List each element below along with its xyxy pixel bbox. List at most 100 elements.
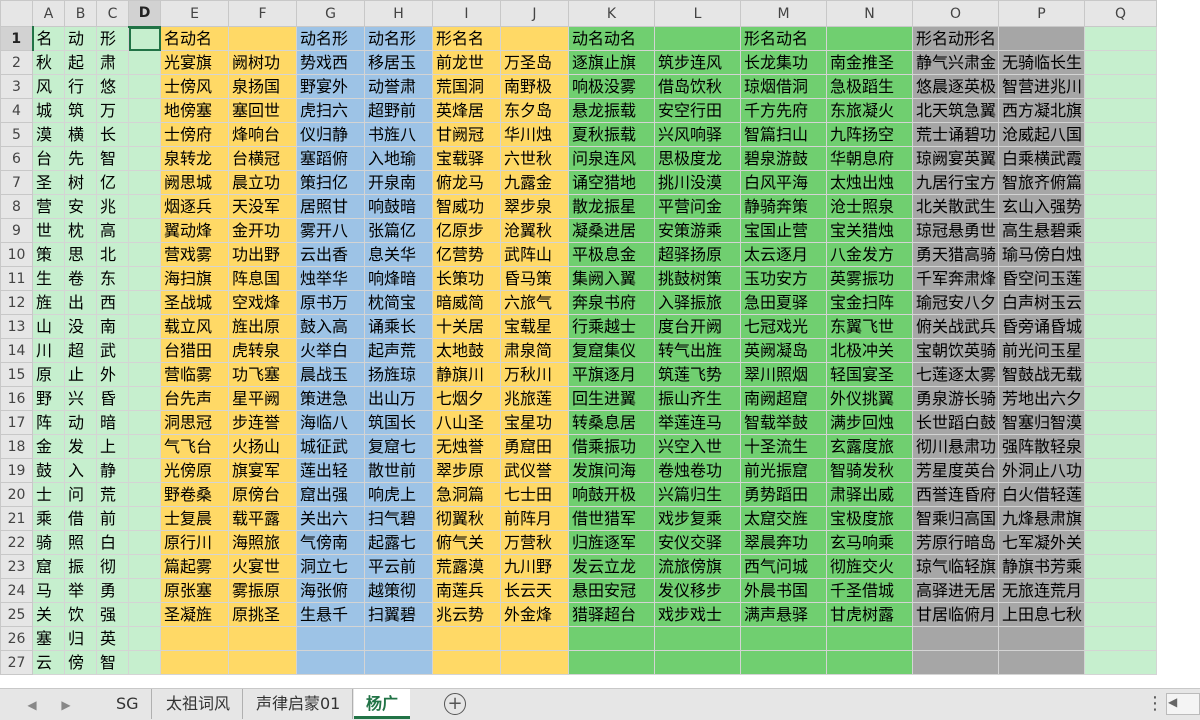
row-header[interactable]: 8: [0, 194, 33, 219]
cell-m14[interactable]: 英阙凝岛: [740, 338, 827, 363]
cell-m20[interactable]: 勇势蹈田: [740, 482, 827, 507]
cell-j19[interactable]: 武仪誉: [500, 458, 569, 483]
cell-n19[interactable]: 智骑发秋: [826, 458, 913, 483]
cell-f23[interactable]: 火宴世: [228, 554, 297, 579]
cell-k16[interactable]: 回生进翼: [568, 386, 655, 411]
cell-i4[interactable]: 英烽居: [432, 98, 501, 123]
cell-f11[interactable]: 阵息国: [228, 266, 297, 291]
cell-c17[interactable]: 暗: [96, 410, 129, 435]
cell-o22[interactable]: 芳原行暗岛: [912, 530, 999, 555]
cell-i22[interactable]: 俯气关: [432, 530, 501, 555]
cell-i6[interactable]: 宝载驿: [432, 146, 501, 171]
cell-a10[interactable]: 策: [32, 242, 65, 267]
sheet-tab-2[interactable]: 太祖词风: [154, 689, 244, 719]
cell-b8[interactable]: 安: [64, 194, 97, 219]
cell-i19[interactable]: 翠步原: [432, 458, 501, 483]
cell-k18[interactable]: 借乘振功: [568, 434, 655, 459]
cell-b17[interactable]: 动: [64, 410, 97, 435]
cell-k13[interactable]: 行乘越士: [568, 314, 655, 339]
cell-o20[interactable]: 西誉连昏府: [912, 482, 999, 507]
cell-l6[interactable]: 思极度龙: [654, 146, 741, 171]
row-header[interactable]: 16: [0, 386, 33, 411]
cell-m18[interactable]: 十圣流生: [740, 434, 827, 459]
cell-p14[interactable]: 前光问玉星: [998, 338, 1085, 363]
cell-f14[interactable]: 虎转泉: [228, 338, 297, 363]
cell-a3[interactable]: 风: [32, 74, 65, 99]
cell-n12[interactable]: 宝金扫阵: [826, 290, 913, 315]
cell-l16[interactable]: 振山齐生: [654, 386, 741, 411]
cell-o6[interactable]: 琼阙宴英翼: [912, 146, 999, 171]
cell-o1[interactable]: 形名动形名: [912, 26, 999, 51]
cell-e7[interactable]: 阙思城: [160, 170, 229, 195]
cell-f5[interactable]: 烽响台: [228, 122, 297, 147]
cell-q14[interactable]: [1084, 338, 1157, 363]
cell-k21[interactable]: 借世猎军: [568, 506, 655, 531]
cell-q24[interactable]: [1084, 578, 1157, 603]
cell-c13[interactable]: 南: [96, 314, 129, 339]
cell-o27[interactable]: [912, 650, 999, 675]
cell-i14[interactable]: 太地鼓: [432, 338, 501, 363]
spreadsheet-grid[interactable]: ABCDEFGHIJKLMNOPQ 1 名动形名动名 动名形 动名形 形名名 动名动名 形名…: [0, 0, 1200, 688]
cell-o18[interactable]: 彻川悬肃功: [912, 434, 999, 459]
cell-l11[interactable]: 挑鼓树策: [654, 266, 741, 291]
cell-d12[interactable]: [128, 290, 161, 315]
cell-g14[interactable]: 火举白: [296, 338, 365, 363]
cell-e14[interactable]: 台猎田: [160, 338, 229, 363]
cell-k12[interactable]: 奔泉书府: [568, 290, 655, 315]
cell-p25[interactable]: 上田息七秋: [998, 602, 1085, 627]
cell-o23[interactable]: 琼气临轻旗: [912, 554, 999, 579]
cell-n2[interactable]: 南金推圣: [826, 50, 913, 75]
cell-l2[interactable]: 筑步连风: [654, 50, 741, 75]
row-header[interactable]: 3: [0, 74, 33, 99]
cell-k4[interactable]: 悬龙振载: [568, 98, 655, 123]
cell-h14[interactable]: 起声荒: [364, 338, 433, 363]
cell-p1[interactable]: [998, 26, 1085, 51]
triangle-right-icon[interactable]: ▶: [56, 695, 76, 715]
cell-g1[interactable]: 动名形: [296, 26, 365, 51]
cell-q9[interactable]: [1084, 218, 1157, 243]
cell-i9[interactable]: 亿原步: [432, 218, 501, 243]
cell-a9[interactable]: 世: [32, 218, 65, 243]
cell-q19[interactable]: [1084, 458, 1157, 483]
cell-k6[interactable]: 问泉连风: [568, 146, 655, 171]
cell-l1[interactable]: [654, 26, 741, 51]
row-header[interactable]: 5: [0, 122, 33, 147]
cell-o5[interactable]: 荒士诵碧功: [912, 122, 999, 147]
cell-e21[interactable]: 士复晨: [160, 506, 229, 531]
cell-n26[interactable]: [826, 626, 913, 651]
cell-e24[interactable]: 原张塞: [160, 578, 229, 603]
cell-a16[interactable]: 野: [32, 386, 65, 411]
cell-g2[interactable]: 势戏西: [296, 50, 365, 75]
cell-d2[interactable]: [128, 50, 161, 75]
cell-o7[interactable]: 九居行宝方: [912, 170, 999, 195]
triangle-left-icon[interactable]: ◀: [22, 695, 42, 715]
cell-o12[interactable]: 瑜冠安八夕: [912, 290, 999, 315]
cell-e27[interactable]: [160, 650, 229, 675]
cell-c2[interactable]: 肃: [96, 50, 129, 75]
cell-a7[interactable]: 圣: [32, 170, 65, 195]
cell-b16[interactable]: 兴: [64, 386, 97, 411]
cell-m2[interactable]: 长龙集功: [740, 50, 827, 75]
cell-c7[interactable]: 亿: [96, 170, 129, 195]
cell-j3[interactable]: 南野极: [500, 74, 569, 99]
cell-q3[interactable]: [1084, 74, 1157, 99]
cell-m17[interactable]: 智载举鼓: [740, 410, 827, 435]
cell-a18[interactable]: 金: [32, 434, 65, 459]
cell-k15[interactable]: 平旗逐月: [568, 362, 655, 387]
cell-c1[interactable]: 形: [96, 26, 129, 51]
cell-h23[interactable]: 平云前: [364, 554, 433, 579]
cell-q15[interactable]: [1084, 362, 1157, 387]
cell-e1[interactable]: 名动名: [160, 26, 229, 51]
cell-b9[interactable]: 枕: [64, 218, 97, 243]
cell-q21[interactable]: [1084, 506, 1157, 531]
column-header-j[interactable]: J: [500, 0, 569, 27]
cell-k26[interactable]: [568, 626, 655, 651]
cell-g7[interactable]: 策扫亿: [296, 170, 365, 195]
sheet-tab-3[interactable]: 声律启蒙01: [244, 689, 354, 719]
cell-q17[interactable]: [1084, 410, 1157, 435]
cell-o15[interactable]: 七莲逐太雾: [912, 362, 999, 387]
cell-i7[interactable]: 俯龙马: [432, 170, 501, 195]
cell-f22[interactable]: 海照旅: [228, 530, 297, 555]
cell-o2[interactable]: 静气兴肃金: [912, 50, 999, 75]
cell-m5[interactable]: 智篇扫山: [740, 122, 827, 147]
